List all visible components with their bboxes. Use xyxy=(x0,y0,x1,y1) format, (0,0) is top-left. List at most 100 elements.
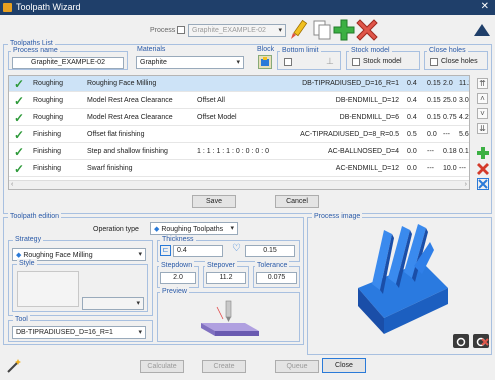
row-stepdown: --- xyxy=(443,131,450,138)
check-icon: ✓ xyxy=(14,77,25,91)
preview-legend: Preview xyxy=(160,287,189,297)
add-icon[interactable] xyxy=(333,19,355,41)
row-option: 1 : 1 : 1 : 1 : 0 : 0 : 0 : 0 xyxy=(197,148,269,155)
row-add-icon[interactable] xyxy=(477,147,489,159)
row-stepover: 3.0 xyxy=(459,97,469,104)
save-button[interactable]: Save xyxy=(192,195,236,208)
thickness-legend: Thickness xyxy=(160,235,196,245)
row-stepover: 4.2 xyxy=(459,114,469,121)
title-bar: Toolpath Wizard ✕ xyxy=(0,0,495,15)
row-tool: AC-BALLNOSED_D=4 xyxy=(327,148,399,155)
camera-delete-icon[interactable] xyxy=(473,334,489,348)
magic-wand-icon[interactable] xyxy=(6,358,22,374)
process-select-value: Graphite_EXAMPLE-02 xyxy=(192,27,266,34)
scroll-left-icon[interactable]: ‹ xyxy=(11,181,13,188)
close-holes-legend: Close holes xyxy=(427,46,468,56)
materials-select[interactable]: Graphite ▾ xyxy=(136,56,244,69)
move-down-icon[interactable]: ˅ xyxy=(477,108,488,119)
table-row[interactable]: ✓ Roughing Model Rest Area Clearance Offset… xyxy=(9,110,469,126)
check-icon: ✓ xyxy=(14,128,25,142)
app-icon xyxy=(3,3,12,12)
stepdown-label: Stepdown xyxy=(159,261,195,271)
stepdown-input[interactable]: 2.0 xyxy=(160,272,196,284)
table-row[interactable]: ✓ Finishing Swarf finishing AC-ENDMILL_D=12… xyxy=(9,161,469,177)
create-button[interactable]: Create xyxy=(202,360,246,373)
row-tool: DB-ENDMILL_D=12 xyxy=(335,97,399,104)
window-title: Toolpath Wizard xyxy=(16,2,81,12)
table-row[interactable]: ✓ Finishing Offset flat finishing AC-TIPRAD… xyxy=(9,127,469,143)
row-thickness: 0.4 xyxy=(407,80,417,87)
check-icon: ✓ xyxy=(14,162,25,176)
horizontal-scrollbar[interactable]: ‹ › xyxy=(9,180,469,189)
move-bottom-icon[interactable]: ⇊ xyxy=(477,123,488,134)
table-row[interactable]: ✓ Roughing Model Rest Area Clearance Offset… xyxy=(9,93,469,109)
row-delete-icon[interactable] xyxy=(477,163,489,175)
thickness-tolerance-input[interactable]: 0.15 xyxy=(245,245,295,257)
row-name: Offset flat finishing xyxy=(87,131,145,138)
stepover-input[interactable]: 11.2 xyxy=(206,272,246,284)
row-type: Roughing xyxy=(33,80,63,87)
row-stepdown: 2.0 xyxy=(443,80,453,87)
row-thickness: 0.0 xyxy=(407,148,417,155)
materials-select-value: Graphite xyxy=(140,59,167,66)
chevron-down-icon: ▾ xyxy=(230,225,234,232)
row-stepover: 11.2 xyxy=(459,80,469,87)
tool-legend: Tool xyxy=(13,315,30,325)
row-stepdown: 0.75 xyxy=(443,114,457,121)
table-row[interactable]: ✓ Roughing Roughing Face Milling DB-TIPRADI… xyxy=(9,76,469,92)
stock-model-checkbox[interactable] xyxy=(352,58,360,66)
row-option: Offset Model xyxy=(197,114,237,121)
close-window-icon[interactable]: ✕ xyxy=(481,1,489,12)
move-top-icon[interactable]: ⇈ xyxy=(477,78,488,89)
collapse-up-icon[interactable] xyxy=(472,21,492,39)
operation-type-select[interactable]: ◆ Roughing Toolpaths ▾ xyxy=(150,222,238,235)
table-row[interactable]: ✓ Finishing Step and shallow finishing 1 : … xyxy=(9,144,469,160)
row-type: Roughing xyxy=(33,97,63,104)
row-tolerance: 0.15 xyxy=(427,80,441,87)
calculate-button[interactable]: Calculate xyxy=(140,360,184,373)
block-icon[interactable] xyxy=(258,55,272,69)
row-clear-icon[interactable] xyxy=(477,178,489,190)
row-name: Model Rest Area Clearance xyxy=(87,114,173,121)
pencil-icon[interactable] xyxy=(289,19,309,41)
row-name: Swarf finishing xyxy=(87,165,133,172)
row-tool: AC-TIPRADIUSED_D=8_R=0.5 xyxy=(300,131,399,138)
toolpath-table: ✓ Roughing Roughing Face Milling DB-TIPRADI… xyxy=(8,75,470,190)
thickness-input[interactable]: 0.4 xyxy=(173,245,223,257)
style-legend: Style xyxy=(17,259,37,269)
row-tolerance: 0.15 xyxy=(427,97,441,104)
row-name: Roughing Face Milling xyxy=(87,80,157,87)
close-button[interactable]: Close xyxy=(322,358,366,373)
row-tolerance: --- xyxy=(427,165,434,172)
scroll-right-icon[interactable]: › xyxy=(465,181,467,188)
process-name-input[interactable]: Graphite_EXAMPLE-02 xyxy=(12,57,124,69)
row-type: Finishing xyxy=(33,165,62,172)
bottom-limit-icon[interactable]: ⊥ xyxy=(326,56,337,67)
bottom-limit-checkbox[interactable] xyxy=(284,58,292,66)
delete-icon[interactable] xyxy=(356,19,378,41)
process-checkbox[interactable] xyxy=(177,26,185,34)
queue-button[interactable]: Queue xyxy=(275,360,319,373)
row-thickness: 0.4 xyxy=(407,97,417,104)
row-type: Finishing xyxy=(33,131,62,138)
cancel-button[interactable]: Cancel xyxy=(275,195,319,208)
thickness-icon: ⊏ xyxy=(160,245,171,256)
tool-select[interactable]: DB-TIPRADIUSED_D=16_R=1 ▾ xyxy=(12,326,146,339)
copy-icon[interactable] xyxy=(312,19,332,41)
row-stepover: 5.6 xyxy=(459,131,469,138)
operation-type-value: Roughing Toolpaths xyxy=(161,226,224,233)
process-name-label: Process name xyxy=(11,46,60,56)
process-image-legend: Process image xyxy=(312,212,363,222)
row-stepdown: 0.18 xyxy=(443,148,457,155)
check-icon: ✓ xyxy=(14,145,25,159)
row-option: Offset All xyxy=(197,97,225,104)
row-thickness: 0.4 xyxy=(407,114,417,121)
move-up-icon[interactable]: ˄ xyxy=(477,93,488,104)
preview-image xyxy=(195,297,265,339)
camera-icon[interactable] xyxy=(453,334,469,348)
tolerance-input[interactable]: 0.075 xyxy=(256,272,297,284)
process-select[interactable]: Graphite_EXAMPLE-02 ▾ xyxy=(188,24,286,37)
check-icon: ✓ xyxy=(14,111,25,125)
style-select[interactable]: ▾ xyxy=(82,297,144,310)
close-holes-checkbox[interactable] xyxy=(430,58,438,66)
